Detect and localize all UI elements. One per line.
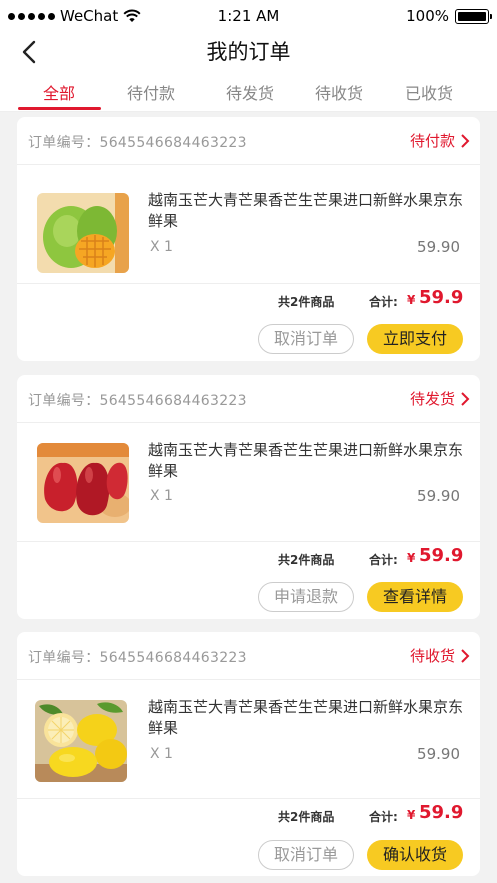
divider (17, 798, 480, 799)
total-amount: 59.9 (419, 287, 464, 308)
divider (17, 541, 480, 542)
page-title: 我的订单 (206, 40, 291, 64)
tab-all[interactable]: 全部 (19, 80, 99, 104)
chevron-right-icon (461, 133, 470, 148)
cancel-order-button[interactable]: 取消订单 (258, 324, 354, 354)
product-quantity: X 1 (150, 239, 173, 255)
chevron-right-icon (461, 391, 470, 406)
status-bar: WeChat 1:21 AM 100% (0, 0, 497, 32)
order-header: 订单编号：5645546684463223 待收货 (17, 632, 480, 680)
product-image-lemon[interactable] (35, 700, 127, 782)
product-quantity: X 1 (150, 746, 173, 762)
total-label: 合计: (369, 810, 398, 824)
order-header: 订单编号：5645546684463223 待付款 (17, 117, 480, 165)
product-name[interactable]: 越南玉芒大青芒果香芒生芒果进口新鲜水果京东鲜果 (148, 697, 463, 739)
order-status-label: 待付款 (409, 132, 455, 150)
product-quantity: X 1 (150, 488, 173, 504)
confirm-receipt-button[interactable]: 确认收货 (367, 840, 463, 870)
total-amount: 59.9 (419, 545, 464, 566)
product-price: 59.90 (417, 745, 460, 763)
order-number: 订单编号：5645546684463223 (28, 650, 247, 666)
tab-received[interactable]: 已收货 (389, 80, 469, 104)
order-card[interactable]: 订单编号：5645546684463223 待付款 越南玉芒大青芒果香芒生芒果进… (17, 117, 480, 361)
tab-pending-shipment[interactable]: 待发货 (210, 80, 290, 104)
active-tab-indicator (18, 107, 101, 110)
order-status[interactable]: 待付款 (410, 130, 470, 151)
cancel-order-button[interactable]: 取消订单 (258, 840, 354, 870)
item-count: 共2件商品 (278, 295, 335, 309)
product-price: 59.90 (417, 487, 460, 505)
order-status-label: 待发货 (409, 390, 455, 408)
currency-symbol: ¥ (407, 293, 416, 307)
total-label: 合计: (369, 553, 398, 567)
view-details-button[interactable]: 查看详情 (367, 582, 463, 612)
currency-symbol: ¥ (407, 551, 416, 565)
chevron-right-icon (461, 648, 470, 663)
total-label: 合计: (369, 295, 398, 309)
order-status[interactable]: 待发货 (410, 388, 470, 409)
order-status-label: 待收货 (409, 647, 455, 665)
item-count: 共2件商品 (278, 553, 335, 567)
order-number: 订单编号：5645546684463223 (28, 135, 247, 151)
item-count: 共2件商品 (278, 810, 335, 824)
total-amount: 59.9 (419, 802, 464, 823)
nav-bar: 我的订单 (0, 32, 497, 72)
request-refund-button[interactable]: 申请退款 (258, 582, 354, 612)
pay-now-button[interactable]: 立即支付 (367, 324, 463, 354)
product-name[interactable]: 越南玉芒大青芒果香芒生芒果进口新鲜水果京东鲜果 (148, 440, 463, 482)
battery-icon (455, 8, 492, 24)
divider (17, 283, 480, 284)
product-image-mango[interactable] (37, 193, 129, 273)
order-number: 订单编号：5645546684463223 (28, 393, 247, 409)
order-header: 订单编号：5645546684463223 待发货 (17, 375, 480, 423)
currency-symbol: ¥ (407, 808, 416, 822)
tab-pending-payment[interactable]: 待付款 (111, 80, 191, 104)
product-price: 59.90 (417, 238, 460, 256)
order-status[interactable]: 待收货 (410, 645, 470, 666)
battery-percent: 100% (406, 7, 449, 25)
battery-group: 100% (406, 7, 492, 25)
product-name[interactable]: 越南玉芒大青芒果香芒生芒果进口新鲜水果京东鲜果 (148, 190, 463, 232)
tab-pending-receipt[interactable]: 待收货 (299, 80, 379, 104)
order-tabs: 全部 待付款 待发货 待收货 已收货 (0, 72, 497, 112)
order-card[interactable]: 订单编号：5645546684463223 待收货 越南玉芒大青芒果香芒生芒果进… (17, 632, 480, 876)
order-card[interactable]: 订单编号：5645546684463223 待发货 越南玉芒大青芒果香芒生芒果进… (17, 375, 480, 619)
product-image-wax-apple[interactable] (37, 443, 129, 523)
